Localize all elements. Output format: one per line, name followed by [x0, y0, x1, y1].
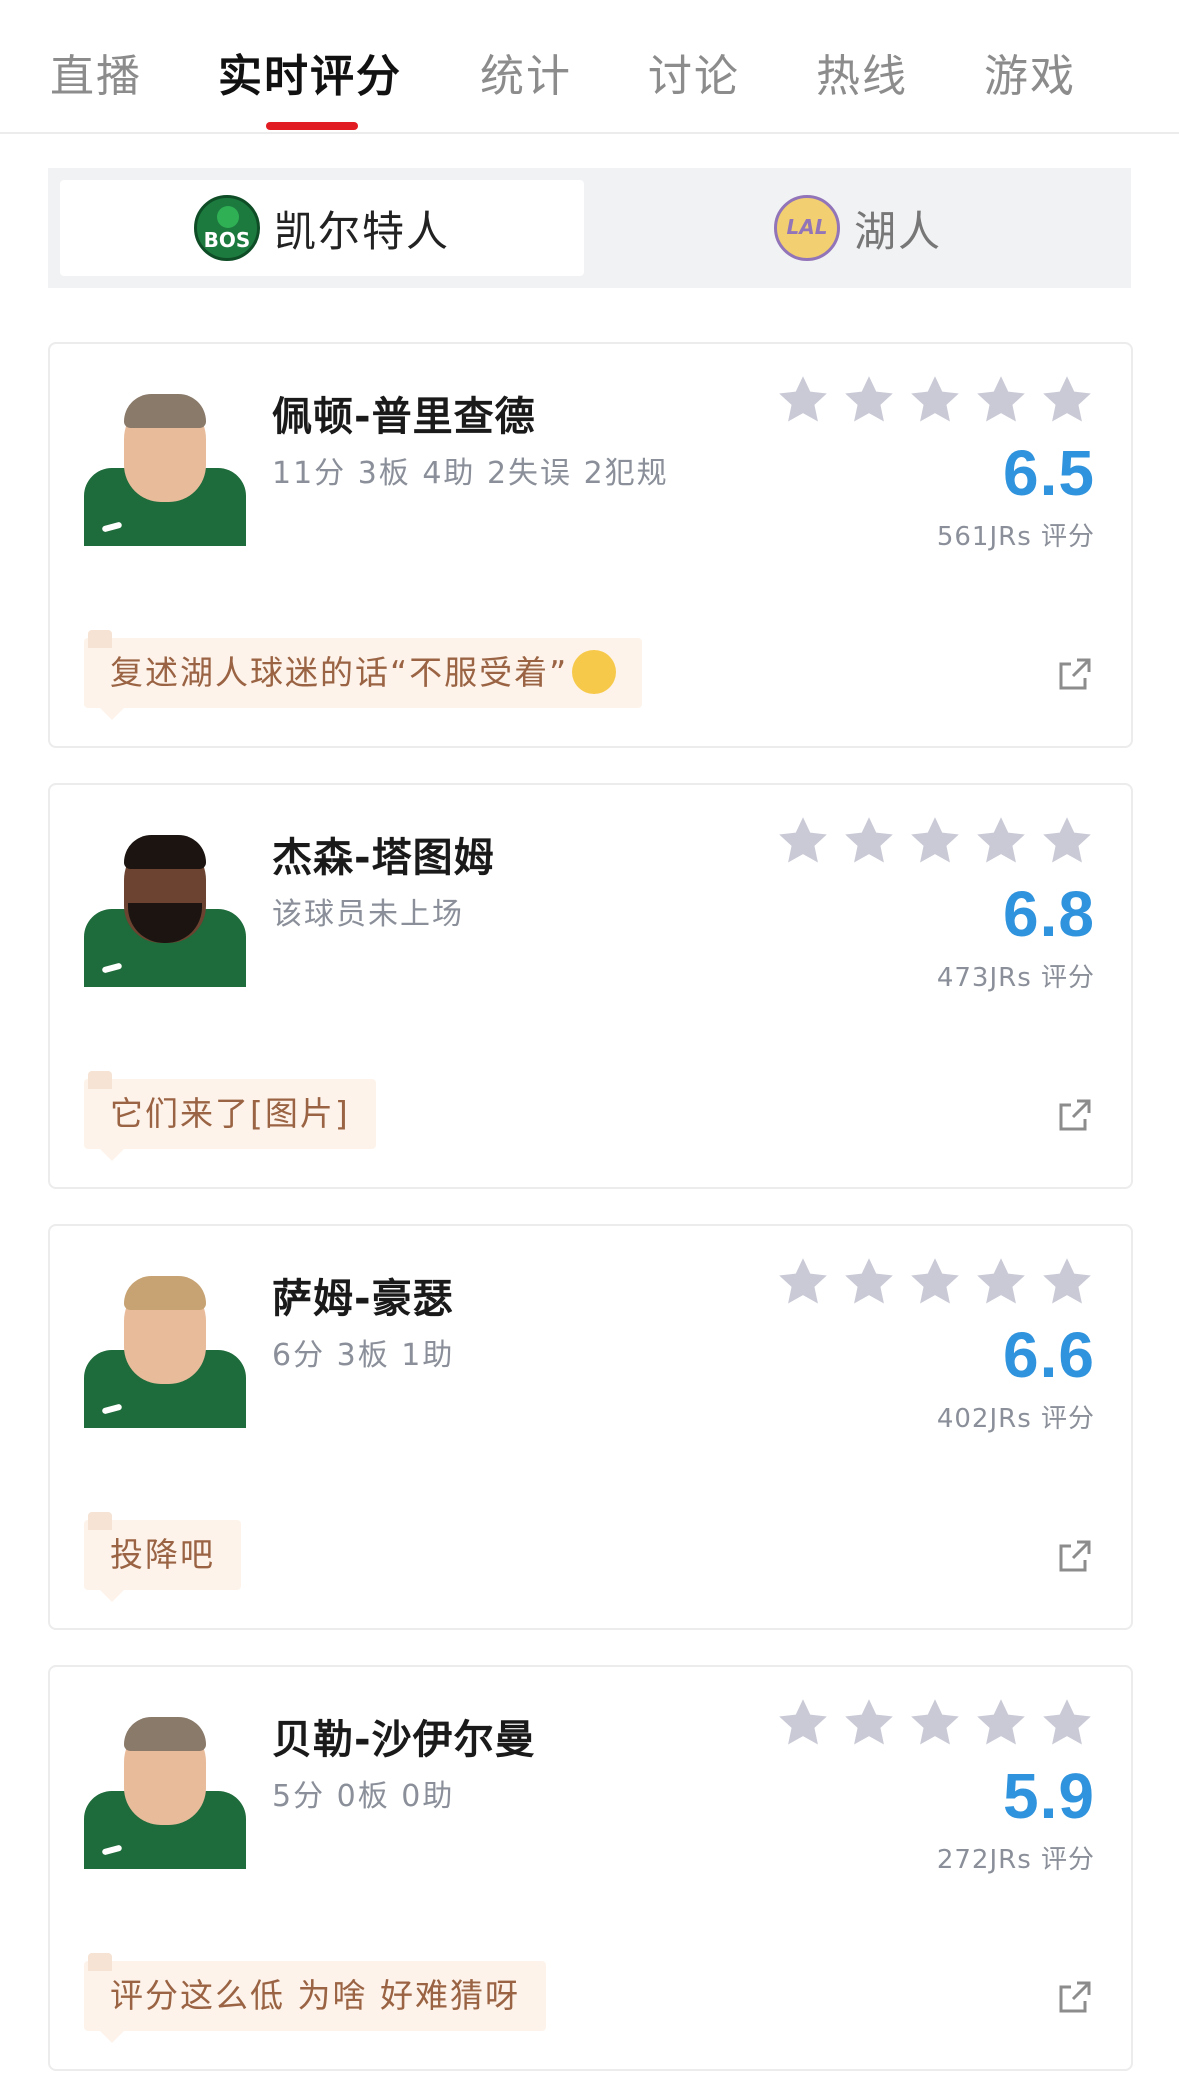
- team-name-lakers: 湖人: [853, 206, 942, 256]
- rating-count: 402JRs 评分: [936, 1404, 1095, 1434]
- player-card[interactable]: 杰森-塔图姆 该球员未上场 6.8 473JRs 评分 它们来了[图片]: [48, 783, 1133, 1189]
- share-icon[interactable]: [1055, 1095, 1095, 1135]
- star-icon[interactable]: [1039, 1254, 1095, 1310]
- share-icon[interactable]: [1055, 1536, 1095, 1576]
- star-rating[interactable]: [765, 813, 1095, 869]
- player-stats: 该球员未上场: [272, 897, 464, 932]
- star-icon[interactable]: [841, 1254, 897, 1310]
- star-icon[interactable]: [973, 813, 1029, 869]
- top-comment[interactable]: 复述湖人球迷的话“不服受着”: [84, 630, 643, 720]
- player-stats: 11分 3板 4助 2失误 2犯规: [272, 456, 669, 491]
- celtics-logo-icon: BOS: [193, 195, 260, 261]
- player-avatar: [84, 384, 246, 546]
- active-tab-indicator: [266, 122, 358, 130]
- team-option-lakers[interactable]: LAL 湖人: [596, 180, 1120, 276]
- star-icon[interactable]: [907, 1254, 963, 1310]
- player-card[interactable]: 贝勒-沙伊尔曼 5分 0板 0助 5.9 272JRs 评分 评分这么低 为啥 …: [48, 1665, 1133, 2071]
- rating-count: 272JRs 评分: [936, 1845, 1095, 1875]
- team-switcher: BOS 凯尔特人 LAL 湖人: [48, 168, 1131, 288]
- smirk-emoji-icon: [572, 649, 617, 694]
- player-avatar: [84, 1266, 246, 1428]
- star-icon[interactable]: [775, 1695, 831, 1751]
- star-icon[interactable]: [775, 1254, 831, 1310]
- star-icon[interactable]: [841, 1695, 897, 1751]
- player-name: 佩顿-普里查德: [272, 394, 536, 440]
- player-card[interactable]: 萨姆-豪瑟 6分 3板 1助 6.6 402JRs 评分 投降吧: [48, 1224, 1133, 1630]
- top-comment[interactable]: 它们来了[图片]: [84, 1071, 376, 1161]
- star-icon[interactable]: [775, 813, 831, 869]
- star-icon[interactable]: [841, 372, 897, 428]
- star-icon[interactable]: [1039, 372, 1095, 428]
- share-icon[interactable]: [1055, 654, 1095, 694]
- tab-stats[interactable]: 统计: [480, 40, 572, 104]
- top-comment[interactable]: 投降吧: [84, 1512, 241, 1602]
- player-avatar: [84, 825, 246, 987]
- player-avatar: [84, 1707, 246, 1869]
- player-score: 6.6: [1003, 1319, 1095, 1391]
- player-stats: 5分 0板 0助: [272, 1779, 455, 1814]
- star-icon[interactable]: [1039, 813, 1095, 869]
- comment-text: 它们来了[图片]: [110, 1094, 350, 1133]
- player-score: 6.8: [1003, 878, 1095, 950]
- star-icon[interactable]: [973, 1695, 1029, 1751]
- star-icon[interactable]: [973, 372, 1029, 428]
- top-comment[interactable]: 评分这么低 为啥 好难猜呀: [84, 1953, 546, 2043]
- star-rating[interactable]: [765, 1254, 1095, 1310]
- tab-games[interactable]: 游戏: [984, 40, 1076, 104]
- comment-text: 复述湖人球迷的话“不服受着”: [110, 653, 569, 692]
- tab-hotline[interactable]: 热线: [816, 40, 908, 104]
- rating-count: 561JRs 评分: [936, 522, 1095, 552]
- tab-discussion[interactable]: 讨论: [648, 40, 740, 104]
- star-icon[interactable]: [1039, 1695, 1095, 1751]
- player-name: 杰森-塔图姆: [272, 835, 495, 881]
- lakers-logo-text: LAL: [786, 215, 828, 239]
- star-icon[interactable]: [841, 813, 897, 869]
- star-rating[interactable]: [765, 372, 1095, 428]
- celtics-logo-text: BOS: [203, 228, 251, 252]
- tab-live-rating[interactable]: 实时评分: [218, 40, 402, 104]
- star-icon[interactable]: [907, 372, 963, 428]
- top-tab-bar: 直播 实时评分 统计 讨论 热线 游戏: [0, 0, 1179, 134]
- comment-text: 评分这么低 为啥 好难猜呀: [110, 1976, 520, 2015]
- player-score: 6.5: [1003, 437, 1095, 509]
- tab-live[interactable]: 直播: [50, 40, 142, 104]
- star-icon[interactable]: [907, 813, 963, 869]
- player-score: 5.9: [1003, 1760, 1095, 1832]
- star-icon[interactable]: [973, 1254, 1029, 1310]
- player-card[interactable]: 佩顿-普里查德 11分 3板 4助 2失误 2犯规 6.5 561JRs 评分 …: [48, 342, 1133, 748]
- player-stats: 6分 3板 1助: [272, 1338, 455, 1373]
- lakers-logo-icon: LAL: [773, 195, 840, 261]
- team-name-celtics: 凯尔特人: [273, 206, 450, 256]
- team-option-celtics[interactable]: BOS 凯尔特人: [60, 180, 584, 276]
- rating-count: 473JRs 评分: [936, 963, 1095, 993]
- comment-text: 投降吧: [110, 1535, 215, 1574]
- star-icon[interactable]: [907, 1695, 963, 1751]
- star-icon[interactable]: [775, 372, 831, 428]
- star-rating[interactable]: [765, 1695, 1095, 1751]
- player-name: 萨姆-豪瑟: [272, 1276, 454, 1322]
- share-icon[interactable]: [1055, 1977, 1095, 2017]
- player-name: 贝勒-沙伊尔曼: [272, 1717, 536, 1763]
